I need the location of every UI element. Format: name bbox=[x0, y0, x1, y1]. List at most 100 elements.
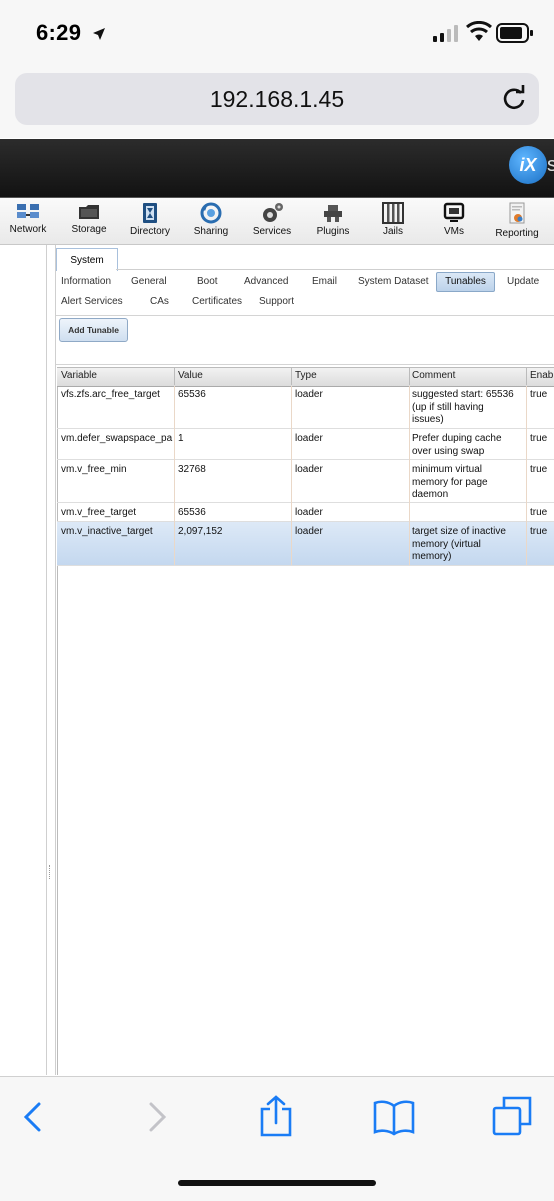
status-time: 6:29 bbox=[36, 20, 82, 45]
toolbar-network[interactable]: Network bbox=[4, 202, 52, 235]
app-header bbox=[0, 139, 554, 199]
column-separator bbox=[409, 367, 410, 385]
add-tunable-button[interactable]: Add Tunable bbox=[59, 318, 128, 342]
cell-comment: Prefer duping cache over using swap bbox=[412, 433, 502, 457]
services-icon bbox=[263, 203, 283, 222]
toolbar-label: VMs bbox=[444, 226, 464, 237]
cell-type: loader bbox=[295, 507, 323, 518]
subtab-support[interactable]: Support bbox=[259, 296, 294, 307]
toolbar-sharing[interactable]: Sharing bbox=[188, 202, 234, 237]
subtab-advanced[interactable]: Advanced bbox=[244, 276, 288, 287]
toolbar-vms[interactable]: VMs bbox=[434, 202, 474, 237]
toolbar-reporting[interactable]: Reporting bbox=[490, 202, 544, 239]
subtab-boot[interactable]: Boot bbox=[197, 276, 218, 287]
toolbar-label: Directory bbox=[129, 226, 170, 237]
tabs-icon[interactable] bbox=[492, 1096, 532, 1136]
subtab-update[interactable]: Update bbox=[507, 276, 539, 287]
reporting-icon bbox=[509, 202, 525, 224]
ix-logo: iX bbox=[509, 146, 547, 184]
battery-icon bbox=[496, 23, 533, 43]
plugins-icon bbox=[324, 205, 342, 222]
splitter-handle[interactable] bbox=[49, 865, 52, 879]
storage-icon bbox=[79, 205, 99, 219]
back-icon[interactable] bbox=[22, 1102, 44, 1132]
column-header-type[interactable]: Type bbox=[295, 370, 317, 381]
subtab-alert-services[interactable]: Alert Services bbox=[61, 296, 123, 307]
jails-icon bbox=[382, 202, 404, 224]
tab-strip-line bbox=[116, 269, 554, 270]
forward-icon[interactable] bbox=[146, 1102, 168, 1132]
cell-variable: vfs.zfs.arc_free_target bbox=[61, 389, 160, 400]
cell-enabled: true bbox=[530, 464, 548, 475]
toolbar-directory[interactable]: Directory bbox=[124, 202, 176, 237]
cell-variable: vm.v_free_target bbox=[61, 507, 137, 518]
cell-type: loader bbox=[295, 389, 323, 400]
subtab-tunables[interactable]: Tunables bbox=[436, 272, 495, 292]
toolbar-label: Network bbox=[9, 224, 47, 235]
network-icon bbox=[17, 204, 39, 218]
cell-type: loader bbox=[295, 433, 323, 444]
column-separator bbox=[291, 386, 292, 565]
column-header-value[interactable]: Value bbox=[178, 370, 203, 381]
cell-signal-icon bbox=[433, 25, 458, 42]
column-separator bbox=[526, 367, 527, 385]
column-header-variable[interactable]: Variable bbox=[61, 370, 97, 381]
toolbar-label: Services bbox=[252, 226, 292, 237]
grid-toolbar-divider bbox=[56, 364, 554, 365]
toolbar-label: Plugins bbox=[316, 226, 350, 237]
cell-enabled: true bbox=[530, 389, 548, 400]
cell-comment: suggested start: 65536 (up if still havi… bbox=[412, 389, 514, 425]
logo-suffix: s bbox=[547, 154, 554, 176]
url-text[interactable]: 192.168.1.45 bbox=[0, 86, 554, 113]
column-separator bbox=[174, 386, 175, 565]
cell-enabled: true bbox=[530, 433, 548, 444]
column-header-enabled[interactable]: Enabl bbox=[530, 370, 554, 381]
cell-comment: minimum virtual memory for page daemon bbox=[412, 464, 488, 500]
toolbar-plugins[interactable]: Plugins bbox=[310, 202, 356, 237]
subtab-divider bbox=[56, 315, 554, 316]
cell-value: 65536 bbox=[178, 507, 206, 518]
tree-panel bbox=[0, 245, 47, 1075]
column-separator bbox=[291, 367, 292, 385]
toolbar-storage[interactable]: Storage bbox=[66, 202, 112, 235]
subtab-cas[interactable]: CAs bbox=[150, 296, 169, 307]
subtab-email[interactable]: Email bbox=[312, 276, 337, 287]
cell-value: 2,097,152 bbox=[178, 526, 223, 537]
cell-enabled: true bbox=[530, 526, 548, 537]
toolbar-label: Storage bbox=[71, 224, 107, 235]
subtab-system-dataset[interactable]: System Dataset bbox=[358, 276, 429, 287]
toolbar-label: Reporting bbox=[495, 228, 539, 239]
column-separator bbox=[409, 386, 410, 565]
toolbar-jails[interactable]: Jails bbox=[374, 202, 412, 237]
location-arrow-icon bbox=[93, 28, 105, 40]
reload-icon[interactable] bbox=[500, 84, 528, 112]
column-separator bbox=[526, 386, 527, 565]
toolbar-label: Jails bbox=[382, 226, 403, 237]
column-header-comment[interactable]: Comment bbox=[412, 370, 455, 381]
tab-system[interactable]: System bbox=[56, 248, 118, 271]
subtab-certificates[interactable]: Certificates bbox=[192, 296, 242, 307]
vms-icon bbox=[443, 202, 465, 222]
cell-variable: vm.v_free_min bbox=[61, 464, 127, 475]
directory-icon bbox=[143, 203, 157, 223]
cell-type: loader bbox=[295, 526, 323, 537]
toolbar-label: Sharing bbox=[193, 226, 229, 237]
subtab-general[interactable]: General bbox=[131, 276, 167, 287]
subtab-information[interactable]: Information bbox=[61, 276, 111, 287]
cell-variable: vm.v_inactive_target bbox=[61, 526, 153, 537]
bookmarks-icon[interactable] bbox=[373, 1098, 415, 1136]
toolbar-services[interactable]: Services bbox=[248, 202, 296, 237]
cell-value: 1 bbox=[178, 433, 184, 444]
panel-divider bbox=[55, 245, 56, 1075]
cell-type: loader bbox=[295, 464, 323, 475]
cell-variable: vm.defer_swapspace_pa bbox=[61, 433, 173, 444]
column-separator bbox=[174, 367, 175, 385]
cell-enabled: true bbox=[530, 507, 548, 518]
sharing-icon bbox=[200, 202, 222, 224]
home-indicator bbox=[178, 1180, 376, 1186]
cell-comment: target size of inactive memory (virtual … bbox=[412, 526, 506, 562]
cell-value: 32768 bbox=[178, 464, 206, 475]
cell-value: 65536 bbox=[178, 389, 206, 400]
wifi-icon bbox=[466, 21, 492, 41]
share-icon[interactable] bbox=[258, 1095, 294, 1137]
